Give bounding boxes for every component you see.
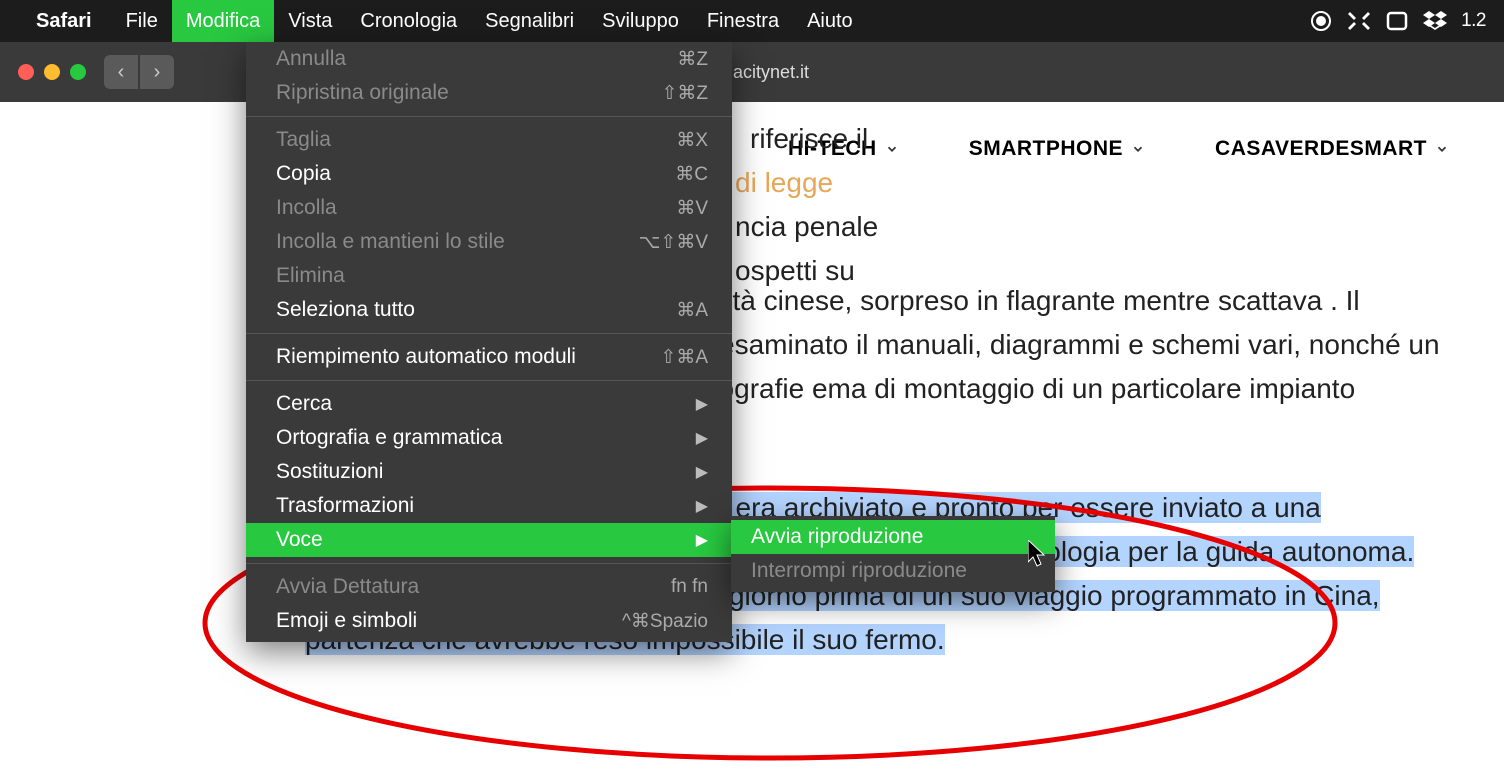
menubar: Safari FileModificaVistaCronologiaSegnal… bbox=[0, 0, 1504, 42]
status-number: 1.2 bbox=[1461, 10, 1486, 32]
menu-item-label: Voce bbox=[276, 528, 323, 552]
submenu-arrow-icon: ▶ bbox=[696, 530, 708, 550]
menu-separator bbox=[246, 333, 732, 334]
chevron-down-icon bbox=[1435, 142, 1449, 156]
menu-item-label: Incolla e mantieni lo stile bbox=[276, 230, 505, 254]
menu-item-label: Ripristina originale bbox=[276, 81, 449, 105]
dropbox-icon[interactable] bbox=[1423, 9, 1447, 33]
nav-label: CASAVERDESMART bbox=[1215, 137, 1427, 161]
menu-item[interactable]: Seleziona tutto ⌘A bbox=[246, 293, 732, 327]
app-name[interactable]: Safari bbox=[36, 10, 92, 33]
menu-shortcut: ⌘Z bbox=[677, 48, 708, 71]
menu-modifica[interactable]: Modifica bbox=[172, 0, 274, 42]
menu-item-label: Seleziona tutto bbox=[276, 298, 415, 322]
menu-item[interactable]: Cerca ▶ bbox=[246, 387, 732, 421]
text-frag: riferisce il bbox=[750, 117, 868, 161]
menu-item: Incolla e mantieni lo stile ⌥⇧⌘V bbox=[246, 225, 732, 259]
menu-item-label: Avvia Dettatura bbox=[276, 575, 419, 599]
submenu-item: Interrompi riproduzione bbox=[731, 554, 1055, 588]
close-window-button[interactable] bbox=[18, 64, 34, 80]
menu-item[interactable]: Voce ▶ bbox=[246, 523, 732, 557]
text-frag: ospetti su bbox=[735, 249, 855, 293]
modifica-menu[interactable]: Annulla ⌘Z Ripristina originale ⇧⌘Z Taglia ⌘X… bbox=[246, 42, 732, 642]
submenu-arrow-icon: ▶ bbox=[696, 496, 708, 516]
menu-finestra[interactable]: Finestra bbox=[693, 0, 793, 42]
menu-cronologia[interactable]: Cronologia bbox=[346, 0, 471, 42]
menu-shortcut: ⌥⇧⌘V bbox=[639, 231, 709, 254]
menu-shortcut: fn fn bbox=[671, 576, 708, 598]
nav-casaverdesmart[interactable]: CASAVERDESMART bbox=[1215, 137, 1449, 161]
menu-item-label: Riempimento automatico moduli bbox=[276, 345, 576, 369]
chevron-down-icon bbox=[1131, 142, 1145, 156]
submenu-item[interactable]: Avvia riproduzione bbox=[731, 520, 1055, 554]
menu-item-label: Elimina bbox=[276, 264, 345, 288]
menu-separator bbox=[246, 380, 732, 381]
menu-vista[interactable]: Vista bbox=[274, 0, 346, 42]
record-icon[interactable] bbox=[1309, 9, 1333, 33]
text-frag: di legge bbox=[735, 161, 833, 205]
menu-sviluppo[interactable]: Sviluppo bbox=[588, 0, 693, 42]
back-button[interactable]: ‹ bbox=[104, 55, 138, 89]
menu-item[interactable]: Copia ⌘C bbox=[246, 157, 732, 191]
window-icon[interactable] bbox=[1385, 9, 1409, 33]
menu-shortcut: ⇧⌘A bbox=[660, 346, 708, 369]
menu-item[interactable]: Emoji e simboli ^⌘Spazio bbox=[246, 604, 732, 638]
menu-item-label: Emoji e simboli bbox=[276, 609, 417, 633]
menu-item[interactable]: Trasformazioni ▶ bbox=[246, 489, 732, 523]
status-icons: 1.2 bbox=[1309, 9, 1486, 33]
submenu-arrow-icon: ▶ bbox=[696, 462, 708, 482]
menu-item-label: Ortografia e grammatica bbox=[276, 426, 502, 450]
nav-buttons: ‹ › bbox=[104, 55, 174, 89]
nav-label: SMARTPHONE bbox=[969, 137, 1123, 161]
forward-button[interactable]: › bbox=[140, 55, 174, 89]
menu-item-label: Sostituzioni bbox=[276, 460, 383, 484]
safari-toolbar: ‹ › macitynet.it bbox=[0, 42, 1504, 102]
menu-item: Elimina bbox=[246, 259, 732, 293]
menu-item[interactable]: Sostituzioni ▶ bbox=[246, 455, 732, 489]
text-frag: ncia penale bbox=[735, 205, 878, 249]
menu-shortcut: ⌘A bbox=[676, 299, 708, 322]
voce-submenu[interactable]: Avvia riproduzioneInterrompi riproduzion… bbox=[731, 516, 1055, 592]
menu-item[interactable]: Ortografia e grammatica ▶ bbox=[246, 421, 732, 455]
menu-item[interactable]: Riempimento automatico moduli ⇧⌘A bbox=[246, 340, 732, 374]
menu-aiuto[interactable]: Aiuto bbox=[793, 0, 867, 42]
menu-separator bbox=[246, 116, 732, 117]
menu-item-label: Incolla bbox=[276, 196, 337, 220]
traffic-lights bbox=[18, 64, 86, 80]
menu-item-label: Cerca bbox=[276, 392, 332, 416]
menu-item-label: Annulla bbox=[276, 47, 346, 71]
menu-item-label: Trasformazioni bbox=[276, 494, 414, 518]
menu-item: Incolla ⌘V bbox=[246, 191, 732, 225]
mouse-cursor bbox=[1028, 540, 1048, 573]
menu-item-label: Taglia bbox=[276, 128, 331, 152]
menu-shortcut: ⌘C bbox=[675, 163, 708, 186]
submenu-arrow-icon: ▶ bbox=[696, 428, 708, 448]
tools-icon[interactable] bbox=[1347, 9, 1371, 33]
menu-item: Avvia Dettatura fn fn bbox=[246, 570, 732, 604]
chevron-down-icon bbox=[885, 142, 899, 156]
menu-shortcut: ⌘X bbox=[676, 129, 708, 152]
zoom-window-button[interactable] bbox=[70, 64, 86, 80]
nav-smartphone[interactable]: SMARTPHONE bbox=[969, 137, 1145, 161]
menu-segnalibri[interactable]: Segnalibri bbox=[471, 0, 588, 42]
menu-item-label: Copia bbox=[276, 162, 331, 186]
menu-shortcut: ^⌘Spazio bbox=[622, 610, 708, 633]
menu-item: Annulla ⌘Z bbox=[246, 42, 732, 76]
menu-shortcut: ⇧⌘Z bbox=[661, 82, 708, 105]
menu-shortcut: ⌘V bbox=[676, 197, 708, 220]
submenu-arrow-icon: ▶ bbox=[696, 394, 708, 414]
menu-item: Taglia ⌘X bbox=[246, 123, 732, 157]
menu-file[interactable]: File bbox=[112, 0, 172, 42]
minimize-window-button[interactable] bbox=[44, 64, 60, 80]
menu-item: Ripristina originale ⇧⌘Z bbox=[246, 76, 732, 110]
menu-separator bbox=[246, 563, 732, 564]
page-content: HI-TECH SMARTPHONE CASAVERDESMART riferi… bbox=[0, 102, 1504, 784]
